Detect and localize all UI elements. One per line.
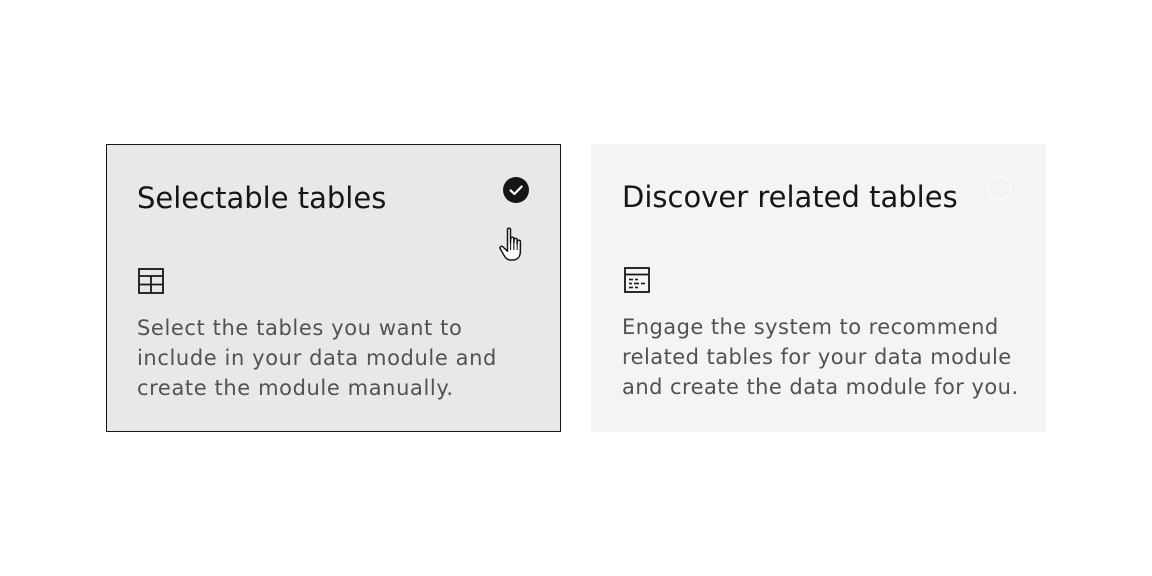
tile-discover-related-tables[interactable]: Discover related tables Engage the syste…: [591, 144, 1046, 432]
hand-pointer-icon: [499, 227, 522, 261]
tile-description: Engage the system to recommend related t…: [622, 315, 1019, 399]
tile-selectable-tables[interactable]: Selectable tables Select the tables you …: [106, 144, 561, 432]
tile-title: Discover related tables: [622, 180, 958, 214]
data-table-reference-icon: [624, 267, 650, 293]
tile-title: Selectable tables: [137, 181, 387, 215]
radio-unchecked-icon[interactable]: [987, 176, 1011, 200]
checkmark-filled-icon[interactable]: [502, 176, 530, 204]
tile-description: Select the tables you want to include in…: [137, 316, 497, 400]
table-icon: [138, 268, 164, 294]
